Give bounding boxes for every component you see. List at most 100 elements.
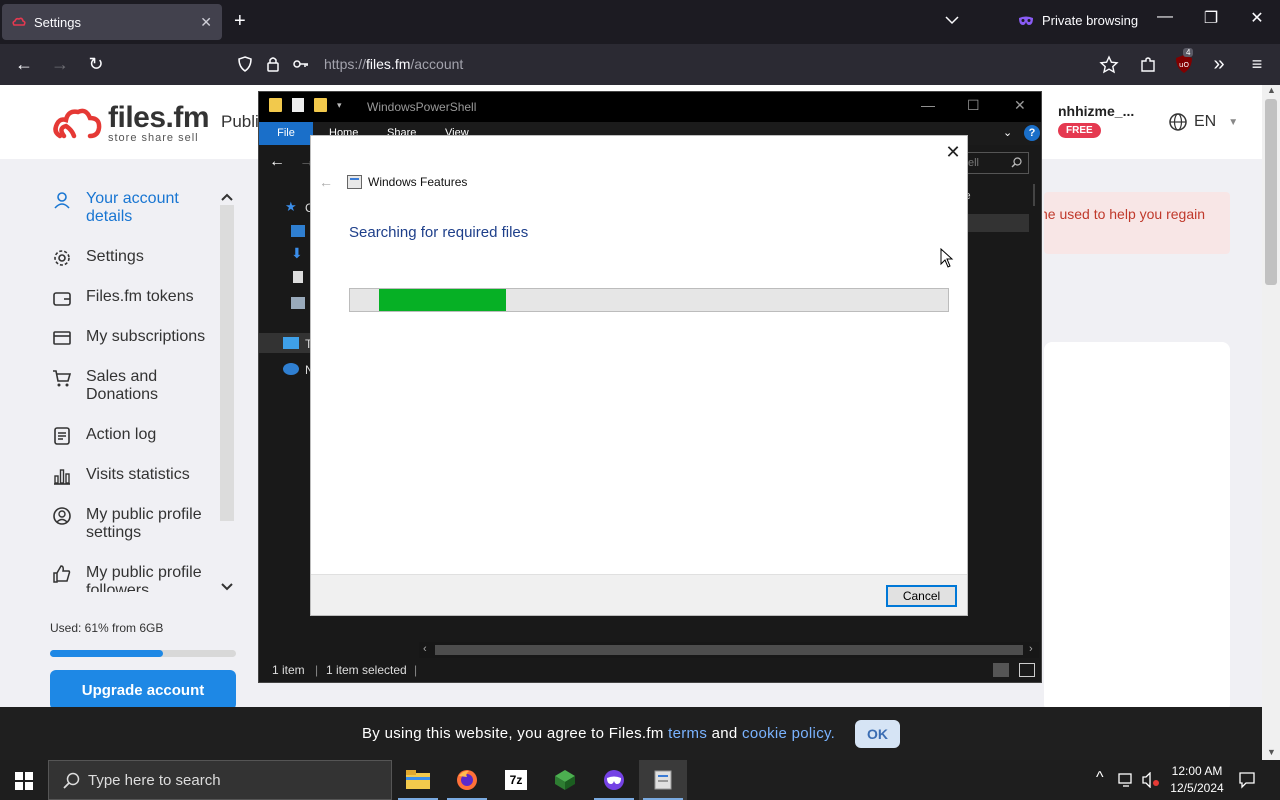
progress-bar (349, 288, 949, 312)
dialog-back-arrow-icon[interactable]: ← (319, 174, 333, 190)
pictures-icon[interactable] (291, 297, 305, 309)
details-view-icon[interactable] (993, 663, 1009, 677)
qat-dropdown-icon[interactable]: ▾ (337, 100, 342, 111)
sidebar-item-label: Action log (86, 426, 157, 443)
new-folder-icon[interactable] (314, 98, 327, 112)
back-arrow-icon[interactable]: ← (13, 54, 35, 76)
sidebar-item-action-log[interactable]: Action log (52, 426, 222, 446)
taskbar-firefox-private[interactable] (590, 760, 638, 800)
scroll-down-arrow-icon[interactable]: ▼ (1267, 747, 1276, 757)
explorer-horizontal-scrollbar[interactable]: ‹ › (419, 642, 1039, 658)
system-clock[interactable]: 12:00 AM 12/5/2024 (1166, 763, 1228, 797)
language-selector[interactable]: EN ▼ (1168, 112, 1238, 132)
cancel-button[interactable]: Cancel (886, 585, 957, 607)
start-button[interactable] (0, 760, 48, 800)
tab-close-icon[interactable]: ✕ (200, 14, 212, 31)
shield-icon[interactable] (236, 55, 254, 73)
restore-button[interactable]: ❐ (1196, 8, 1226, 28)
desktop-icon[interactable] (291, 225, 305, 237)
sidebar-item-public-profile-followers[interactable]: My public profile followers (52, 564, 222, 592)
nav-public-link[interactable]: Publi (221, 112, 259, 132)
page-scrollbar-thumb[interactable] (1265, 99, 1277, 285)
network-status-icon[interactable] (1118, 772, 1136, 788)
file-explorer-icon (406, 770, 430, 789)
documents-icon[interactable] (293, 271, 303, 283)
tray-chevron-up-icon[interactable]: ^ (1096, 769, 1104, 787)
sidebar-item-visits-statistics[interactable]: Visits statistics (52, 466, 222, 486)
taskbar-file-explorer[interactable] (394, 760, 442, 800)
browser-tab-bar: Settings ✕ + Private browsing — ❐ ✕ (0, 0, 1280, 44)
tab-settings[interactable]: Settings ✕ (2, 4, 222, 40)
explorer-minimize-button[interactable]: — (921, 97, 935, 113)
explorer-maximize-button[interactable]: ☐ (967, 97, 980, 114)
sidebar-scrollbar[interactable] (220, 205, 234, 521)
properties-check-icon[interactable] (292, 98, 304, 112)
sidebar-item-settings[interactable]: Settings (52, 248, 222, 268)
files-fm-cloud-logo-icon (53, 108, 102, 139)
overflow-chevrons-icon[interactable]: » (1208, 54, 1230, 76)
quick-access-star-icon[interactable]: ★ (285, 199, 297, 215)
taskbar-windows-features[interactable] (639, 760, 687, 800)
ribbon-file-tab[interactable]: File (259, 122, 313, 145)
reload-icon[interactable]: ↻ (85, 54, 107, 76)
minimize-button[interactable]: — (1150, 8, 1180, 26)
notifications-icon[interactable] (1238, 771, 1256, 789)
forward-arrow-icon[interactable]: → (49, 54, 71, 76)
cookie-policy-link[interactable]: cookie policy. (742, 725, 835, 742)
explorer-back-arrow-icon[interactable]: ← (269, 153, 285, 171)
horizontal-scroll-thumb[interactable] (435, 645, 1023, 655)
volume-muted-icon[interactable] (1142, 772, 1160, 788)
taskbar-app-green[interactable] (541, 760, 589, 800)
large-icons-view-icon[interactable] (1019, 663, 1035, 677)
sidebar-item-label: My public profile settings (86, 506, 202, 541)
cookie-ok-button[interactable]: OK (855, 720, 900, 748)
menu-hamburger-icon[interactable]: ≡ (1246, 54, 1268, 76)
extensions-puzzle-icon[interactable] (1138, 55, 1158, 75)
globe-icon (1169, 113, 1187, 131)
list-tabs-chevron-icon[interactable] (944, 12, 960, 28)
close-window-button[interactable]: ✕ (1242, 8, 1272, 28)
dialog-close-icon[interactable]: ✕ (945, 143, 961, 161)
scroll-up-chevron-icon[interactable] (221, 192, 233, 202)
sidebar-item-subscriptions[interactable]: My subscriptions (52, 328, 222, 348)
windows-features-icon (347, 175, 362, 189)
downloads-icon[interactable]: ⬇ (291, 245, 303, 262)
cookie-and: and (711, 725, 738, 742)
scroll-right-arrow-icon[interactable]: › (1029, 643, 1033, 655)
key-icon[interactable] (292, 55, 310, 73)
private-browsing-icon (604, 770, 624, 790)
help-icon[interactable]: ? (1024, 125, 1040, 141)
bookmark-star-icon[interactable] (1099, 55, 1119, 75)
taskbar-firefox[interactable] (443, 760, 491, 800)
column-divider[interactable] (1033, 184, 1035, 206)
sidebar-item-tokens[interactable]: Files.fm tokens (52, 288, 222, 308)
scroll-left-arrow-icon[interactable]: ‹ (423, 643, 427, 655)
taskbar-7zip[interactable]: 7z (492, 760, 540, 800)
dialog-title: Windows Features (368, 175, 468, 189)
clock-time: 12:00 AM (1171, 764, 1223, 778)
scroll-up-arrow-icon[interactable]: ▲ (1267, 85, 1276, 95)
explorer-close-button[interactable]: ✕ (1014, 97, 1026, 114)
url-bar[interactable]: https://files.fm/account (226, 48, 1086, 80)
private-browsing-label: Private browsing (1042, 13, 1139, 28)
taskbar-search-input[interactable]: Type here to search (48, 760, 392, 800)
wallet-icon (53, 292, 71, 306)
site-logo[interactable]: files.fm store share sell (52, 103, 210, 144)
upgrade-account-button[interactable]: Upgrade account (50, 670, 236, 710)
sidebar-item-public-profile-settings[interactable]: My public profile settings (52, 506, 222, 542)
ublock-extension-button[interactable]: uO 4 (1175, 48, 1195, 74)
selected-file-row[interactable] (959, 214, 1029, 232)
url-text[interactable]: https://files.fm/account (324, 56, 463, 72)
scroll-down-chevron-icon[interactable] (221, 582, 233, 592)
sidebar-item-account-details[interactable]: Your account details (52, 190, 222, 226)
this-pc-icon[interactable] (283, 337, 299, 349)
user-name[interactable]: nhhizme_... (1058, 103, 1134, 119)
new-tab-button[interactable]: + (234, 10, 246, 32)
explorer-search-input[interactable]: ell (959, 152, 1029, 174)
terms-link[interactable]: terms (668, 725, 707, 742)
network-icon[interactable] (283, 363, 299, 375)
page-scrollbar[interactable]: ▲ ▼ (1262, 85, 1280, 760)
ribbon-expand-chevron-icon[interactable]: ⌄ (1003, 126, 1012, 139)
lock-icon[interactable] (264, 55, 282, 73)
sidebar-item-sales-donations[interactable]: Sales and Donations (52, 368, 222, 404)
